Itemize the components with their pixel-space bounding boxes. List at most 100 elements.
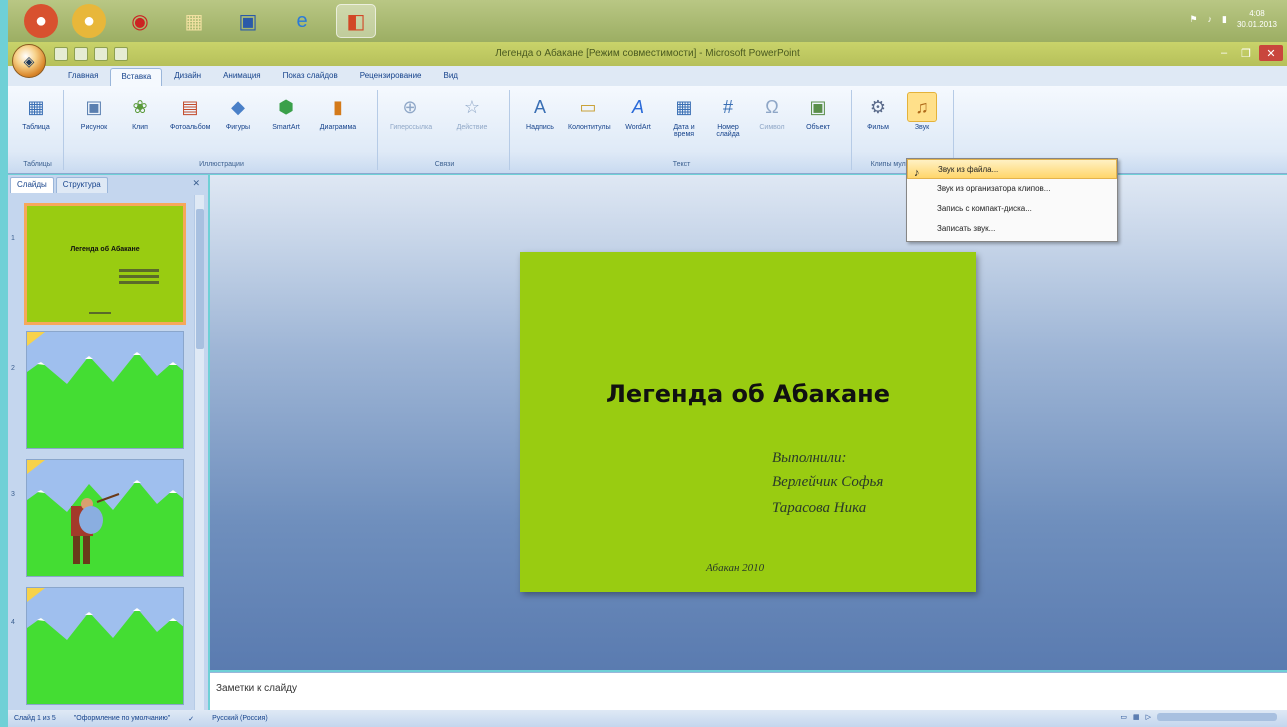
thumbnails-scrollbar[interactable]: [194, 195, 204, 710]
slide-number-button[interactable]: # Номер слайда: [708, 92, 748, 139]
shapes-label: Фигуры: [225, 124, 251, 131]
picture-button[interactable]: ▣ Рисунок: [74, 92, 114, 132]
datetime-label: Дата и время: [673, 124, 695, 138]
table-label: Таблица: [22, 124, 50, 131]
slide-thumb-4[interactable]: [26, 587, 184, 705]
menu-item-sound-from-file[interactable]: ♪ Звук из файла...: [907, 159, 1117, 179]
slide-thumb-3[interactable]: [26, 459, 184, 577]
table-icon: ▦: [27, 96, 45, 117]
tab-review[interactable]: Рецензирование: [350, 68, 432, 86]
tab-home[interactable]: Главная: [58, 68, 108, 86]
table-button[interactable]: ▦ Таблица: [16, 92, 56, 132]
action-button[interactable]: ☆ Действие: [452, 92, 492, 132]
sound-button[interactable]: ♫ Звук: [902, 92, 942, 131]
slide-title[interactable]: Легенда об Абакане: [520, 380, 976, 408]
tab-design[interactable]: Дизайн: [164, 68, 211, 86]
header-footer-button[interactable]: ▭ Колонтитулы: [568, 92, 611, 132]
spellcheck-icon[interactable]: ✓: [188, 715, 194, 723]
photoalbum-label: Фотоальбом: [170, 124, 211, 131]
shapes-icon: ◆: [231, 96, 245, 117]
group-illustrations-label: Иллюстрации: [199, 161, 244, 168]
smartart-label: SmartArt: [272, 124, 300, 131]
current-slide[interactable]: Легенда об Абакане Выполнили: Верлейчик …: [520, 252, 976, 592]
notes-placeholder: Заметки к слайду: [216, 683, 297, 694]
slide-footer[interactable]: Абакан 2010: [706, 562, 764, 574]
slide-number: 3: [11, 491, 15, 498]
sorter-view-icon[interactable]: ▦: [1133, 713, 1140, 721]
chrome-icon[interactable]: ●: [24, 4, 58, 38]
scrollbar-thumb[interactable]: [196, 209, 204, 349]
wordart-icon: A: [631, 96, 644, 117]
flag-icon[interactable]: ⚑: [1189, 14, 1197, 25]
tab-outline[interactable]: Структура: [55, 177, 108, 193]
textbox-icon: A: [533, 96, 546, 117]
sound-icon: ♫: [907, 92, 937, 122]
slide-thumb-2[interactable]: [26, 331, 184, 449]
action-label: Действие: [456, 124, 488, 131]
object-button[interactable]: ▣ Объект: [798, 92, 838, 132]
opera-icon[interactable]: ◉: [120, 4, 160, 38]
window-titlebar: ◈ Легенда о Абакане [Режим совместимости…: [8, 42, 1287, 78]
movie-icon: ⚙: [869, 96, 887, 117]
movie-button[interactable]: ⚙ Фильм: [858, 92, 898, 132]
clock-time: 4:08: [1249, 9, 1265, 18]
tab-slideshow[interactable]: Показ слайдов: [273, 68, 348, 86]
explorer-icon[interactable]: ▦: [174, 4, 214, 38]
language[interactable]: Русский (Россия): [212, 715, 268, 722]
shapes-button[interactable]: ◆ Фигуры: [218, 92, 258, 132]
office-button[interactable]: ◈: [12, 44, 46, 78]
windows-taskbar: ● ● ◉ ▦ ▣ e ◧ ⚑ ♪ ▮ 4:08 30.01.2013: [8, 0, 1287, 42]
close-button[interactable]: ✕: [1259, 45, 1283, 61]
smartart-button[interactable]: ⬢ SmartArt: [266, 92, 306, 132]
menu-item-record-sound[interactable]: Записать звук...: [907, 219, 1117, 239]
chart-icon: ▮: [333, 96, 343, 117]
clipart-label: Клип: [132, 124, 148, 131]
sound-label: Звук: [914, 124, 930, 131]
slideshow-view-icon[interactable]: ▷: [1146, 713, 1151, 721]
powerpoint-icon[interactable]: ◧: [336, 4, 376, 38]
picture-icon: ▣: [85, 96, 103, 117]
slide-number: 2: [11, 365, 15, 372]
thumb-title: Легенда об Абакане: [70, 246, 140, 253]
group-tables: ▦ Таблица Таблицы: [12, 90, 64, 170]
slide-number: 1: [11, 235, 15, 242]
textbox-button[interactable]: A Надпись: [520, 92, 560, 132]
clock[interactable]: 4:08 30.01.2013: [1237, 8, 1277, 30]
photoalbum-button[interactable]: ▤ Фотоальбом: [170, 92, 211, 132]
chrome-canary-icon[interactable]: ●: [72, 4, 106, 38]
slide-subtitle-line3[interactable]: Тарасова Ника: [772, 500, 866, 517]
normal-view-icon[interactable]: ▭: [1120, 713, 1127, 721]
network-icon[interactable]: ▮: [1222, 14, 1227, 25]
datetime-button[interactable]: ▦ Дата и время: [664, 92, 704, 139]
chart-button[interactable]: ▮ Диаграмма: [318, 92, 358, 132]
slide-thumb-1[interactable]: Легенда об Абакане: [24, 203, 186, 325]
panel-tabs: Слайды Структура: [8, 175, 208, 193]
notes-pane[interactable]: Заметки к слайду: [210, 672, 1287, 710]
word-icon[interactable]: ▣: [228, 4, 268, 38]
tab-animation[interactable]: Анимация: [213, 68, 271, 86]
header-footer-icon: ▭: [579, 96, 597, 117]
hyperlink-button[interactable]: ⊕ Гиперссылка: [390, 92, 432, 132]
group-illustrations: ▣ Рисунок ❀ Клип ▤ Фотоальбом ◆ Фигуры ⬢…: [66, 90, 378, 170]
volume-icon[interactable]: ♪: [1208, 14, 1213, 24]
slide-subtitle-line2[interactable]: Верлейчик Софья: [772, 474, 883, 491]
system-tray: ⚑ ♪ ▮ 4:08 30.01.2013: [1189, 8, 1277, 30]
symbol-label: Символ: [759, 124, 785, 131]
maximize-button[interactable]: ❐: [1237, 45, 1255, 61]
minimize-button[interactable]: –: [1215, 45, 1233, 61]
zoom-slider[interactable]: [1157, 713, 1277, 721]
menu-item-play-cd[interactable]: Запись с компакт-диска...: [907, 199, 1117, 219]
tab-insert[interactable]: Вставка: [110, 68, 163, 86]
menu-item-sound-from-organizer[interactable]: Звук из организатора клипов...: [907, 179, 1117, 199]
wordart-button[interactable]: A WordArt: [618, 92, 658, 132]
tab-view[interactable]: Вид: [434, 68, 468, 86]
mountains-thumb: [27, 332, 183, 448]
symbol-button[interactable]: Ω Символ: [752, 92, 792, 132]
movie-label: Фильм: [867, 124, 889, 131]
slide-subtitle-line1[interactable]: Выполнили:: [772, 450, 846, 467]
object-label: Объект: [806, 124, 830, 131]
tab-slides[interactable]: Слайды: [10, 177, 54, 193]
clipart-button[interactable]: ❀ Клип: [120, 92, 160, 132]
close-panel-icon[interactable]: ✕: [192, 178, 200, 189]
ie-icon[interactable]: e: [282, 4, 322, 38]
